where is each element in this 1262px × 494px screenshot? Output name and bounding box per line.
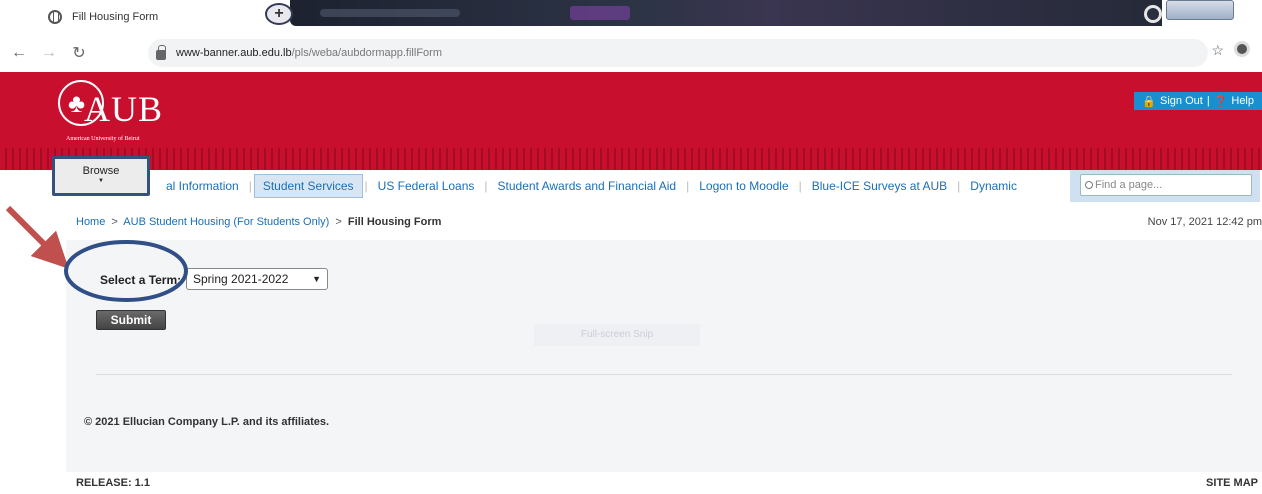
- find-page-input[interactable]: Find a page...: [1080, 174, 1252, 196]
- release-version: RELEASE: 1.1: [76, 477, 150, 489]
- lock-icon: 🔒: [1142, 95, 1156, 108]
- find-page-placeholder: Find a page...: [1095, 179, 1163, 191]
- submit-button[interactable]: Submit: [96, 310, 166, 330]
- logo-subtitle: American University of Beirut: [66, 136, 140, 142]
- account-icon[interactable]: [1234, 41, 1250, 57]
- signout-help-bar: 🔒 Sign Out | ❓ Help: [1134, 92, 1262, 110]
- aub-logo[interactable]: ♣ AUB American University of Beirut: [58, 80, 208, 150]
- breadcrumb-row: Home > AUB Student Housing (For Students…: [0, 210, 1262, 240]
- menu-item-dynamic[interactable]: Dynamic: [962, 175, 1025, 197]
- copyright-text: © 2021 Ellucian Company L.P. and its aff…: [84, 416, 330, 428]
- help-link[interactable]: Help: [1231, 95, 1254, 107]
- breadcrumb-separator: >: [111, 216, 118, 228]
- globe-icon: [48, 10, 62, 24]
- snip-overlay-label: Full-screen Snip: [534, 324, 700, 346]
- browser-window: Fill Housing Form × + ← → ↻ www-banner.a…: [0, 0, 1262, 494]
- menu-item-student-services[interactable]: Student Services: [253, 174, 363, 198]
- tab-fill-housing-form[interactable]: Fill Housing Form ×: [48, 6, 288, 28]
- breadcrumb-separator: >: [335, 216, 342, 228]
- breadcrumb-home[interactable]: Home: [76, 216, 105, 228]
- divider: [96, 374, 1232, 375]
- reload-icon[interactable]: ↻: [68, 43, 90, 63]
- menu-item-us-federal-loans[interactable]: US Federal Loans: [370, 175, 483, 197]
- url-path: /pls/weba/aubdormapp.fillForm: [291, 47, 442, 59]
- header-stripes: [0, 148, 1262, 170]
- site-map-link[interactable]: SITE MAP: [1206, 477, 1258, 489]
- help-icon: ❓: [1213, 95, 1228, 108]
- window-controls[interactable]: [1166, 0, 1234, 20]
- breadcrumb-student-housing[interactable]: AUB Student Housing (For Students Only): [123, 216, 329, 228]
- select-term-label: Select a Term:: [100, 273, 182, 287]
- menu-item-logon-moodle[interactable]: Logon to Moodle: [691, 175, 796, 197]
- forward-icon[interactable]: →: [38, 44, 60, 62]
- find-page-box: Find a page...: [1070, 170, 1260, 202]
- sign-out-link[interactable]: Sign Out: [1160, 95, 1203, 107]
- menu-item-personal-information[interactable]: al Information: [158, 175, 247, 197]
- menu-item-blue-ice[interactable]: Blue-ICE Surveys at AUB: [804, 175, 955, 197]
- main-content: Select a Term: Spring 2021-2022 ▼ Submit…: [66, 240, 1262, 472]
- address-bar-row: ← → ↻ www-banner.aub.edu.lb /pls/weba/au…: [0, 34, 1262, 72]
- term-select[interactable]: Spring 2021-2022 ▼: [186, 268, 328, 290]
- logo-text: AUB: [84, 89, 164, 129]
- search-icon: [1085, 181, 1093, 189]
- cedar-icon: ♣: [68, 88, 86, 118]
- breadcrumb: Home > AUB Student Housing (For Students…: [76, 216, 441, 228]
- breadcrumb-current: Fill Housing Form: [347, 216, 442, 228]
- profile-icon[interactable]: [1144, 5, 1162, 23]
- url-host: www-banner.aub.edu.lb: [176, 47, 292, 59]
- main-menu: al Information | Student Services | US F…: [0, 170, 1262, 204]
- tab-strip: Fill Housing Form × +: [0, 0, 1262, 34]
- back-icon[interactable]: ←: [8, 44, 30, 62]
- star-icon[interactable]: ☆: [1211, 42, 1224, 59]
- browse-button[interactable]: Browse ▼: [52, 156, 150, 196]
- lock-icon: [156, 45, 166, 60]
- url-input[interactable]: www-banner.aub.edu.lb /pls/weba/aubdorma…: [148, 39, 1208, 67]
- date-time: Nov 17, 2021 12:42 pm: [1147, 216, 1262, 228]
- tab-title: Fill Housing Form: [72, 11, 159, 23]
- browse-label: Browse: [82, 165, 120, 177]
- chevron-down-icon: ▼: [312, 274, 321, 284]
- blurred-tabs: [290, 0, 1162, 26]
- term-select-value: Spring 2021-2022: [193, 272, 289, 286]
- menu-item-student-awards[interactable]: Student Awards and Financial Aid: [490, 175, 685, 197]
- new-tab-button[interactable]: +: [265, 3, 293, 25]
- site-header: ♣ AUB American University of Beirut 🔒 Si…: [0, 72, 1262, 170]
- chevron-down-icon: ▼: [98, 178, 104, 184]
- menu-items: al Information | Student Services | US F…: [158, 174, 1025, 198]
